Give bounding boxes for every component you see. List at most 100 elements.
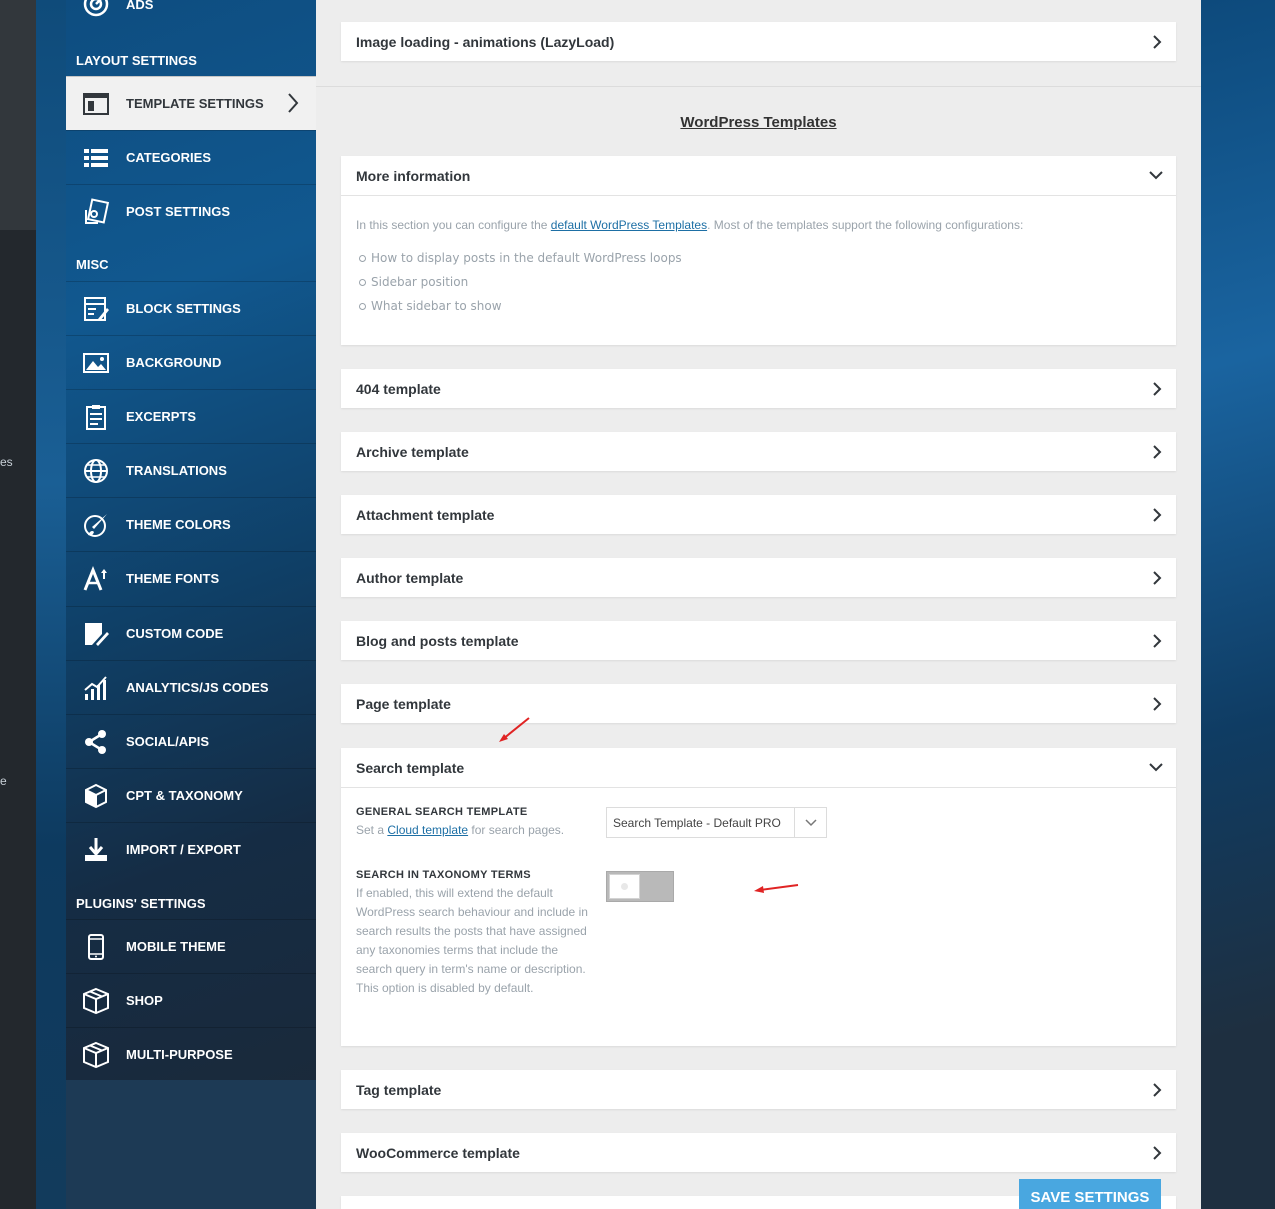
search-template-select[interactable]: Search Template - Default PRO: [606, 807, 827, 838]
panel-more-information: More information In this section you can…: [341, 156, 1176, 345]
chevron-right-icon: [1150, 633, 1164, 652]
sidebar-item-translations[interactable]: TRANSLATIONS: [66, 443, 316, 497]
sidebar-item-label: CATEGORIES: [126, 150, 211, 165]
panel-title: Search template: [356, 759, 465, 776]
panel-title: Page template: [356, 695, 451, 712]
panel-woocommerce-template[interactable]: WooCommerce template: [341, 1133, 1176, 1172]
sidebar-item-cpt-taxonomy[interactable]: CPT & TAXONOMY: [66, 768, 316, 822]
font-icon: [66, 565, 126, 593]
target-icon: [66, 0, 126, 18]
panel-404-template[interactable]: 404 template: [341, 369, 1176, 408]
cloud-template-link[interactable]: Cloud template: [387, 823, 468, 837]
panel-lazyload[interactable]: Image loading - animations (LazyLoad): [341, 22, 1176, 61]
sidebar-item-template-settings[interactable]: TEMPLATE SETTINGS: [66, 76, 316, 130]
sidebar-item-label: SHOP: [126, 993, 163, 1008]
sidebar-item-custom-code[interactable]: CUSTOM CODE: [66, 606, 316, 660]
sidebar-item-label: THEME FONTS: [126, 571, 220, 586]
taxonomy-terms-desc: If enabled, this will extend the default…: [356, 886, 588, 995]
sidebar-item-theme-colors[interactable]: THEME COLORS: [66, 497, 316, 551]
sidebar-item-ads[interactable]: ADS: [66, 0, 316, 28]
save-settings-button[interactable]: SAVE SETTINGS: [1019, 1179, 1161, 1209]
sidebar-item-label: CPT & TAXONOMY: [126, 788, 243, 803]
panel-page-template[interactable]: Page template: [341, 684, 1176, 723]
info-list: How to display posts in the default Word…: [341, 246, 1176, 318]
chevron-right-icon: [1150, 34, 1164, 53]
panel-title: Tag template: [356, 1081, 442, 1098]
sidebar-item-label: MULTI-PURPOSE: [126, 1047, 233, 1062]
sidebar-item-categories[interactable]: CATEGORIES: [66, 130, 316, 184]
list-item: What sidebar to show: [359, 294, 1176, 318]
block-icon: [66, 295, 126, 323]
sidebar-item-block-settings[interactable]: BLOCK SETTINGS: [66, 281, 316, 335]
list-item: How to display posts in the default Word…: [359, 246, 1176, 270]
sidebar-item-label: TEMPLATE SETTINGS: [126, 96, 264, 111]
panel-header[interactable]: More information: [341, 156, 1176, 195]
panel-tag-template[interactable]: Tag template: [341, 1070, 1176, 1109]
taxonomy-terms-label: SEARCH IN TAXONOMY TERMS: [356, 869, 531, 881]
sidebar-section-layout: LAYOUT SETTINGS: [76, 53, 197, 68]
sidebar-item-label: MOBILE THEME: [126, 939, 226, 954]
wp-menu-fragment: e: [0, 774, 7, 788]
brush-icon: [66, 511, 126, 539]
clipboard-icon: [66, 403, 126, 431]
sidebar-item-label: THEME COLORS: [126, 517, 231, 532]
mobile-icon: [66, 933, 126, 961]
background-right: [1201, 0, 1275, 1209]
sidebar-item-post-settings[interactable]: POST SETTINGS: [66, 184, 316, 238]
sidebar-item-background[interactable]: BACKGROUND: [66, 335, 316, 389]
sidebar-item-analytics[interactable]: ANALYTICS/JS CODES: [66, 660, 316, 714]
sidebar-item-label: IMPORT / EXPORT: [126, 842, 241, 857]
share-icon: [66, 728, 126, 756]
sidebar-item-social-apis[interactable]: SOCIAL/APIS: [66, 714, 316, 768]
sidebar-item-mobile-theme[interactable]: MOBILE THEME: [66, 919, 316, 973]
sidebar-item-shop[interactable]: SHOP: [66, 973, 316, 1027]
general-search-template-desc: Set a Cloud template for search pages.: [356, 823, 565, 837]
chevron-right-icon: [1150, 1145, 1164, 1164]
image-icon: [66, 349, 126, 377]
cube-icon: [66, 782, 126, 810]
wp-menu-fragment: es: [0, 455, 13, 469]
default-templates-link[interactable]: default WordPress Templates: [551, 218, 707, 232]
sidebar-item-label: POST SETTINGS: [126, 204, 231, 219]
sidebar-item-label: BACKGROUND: [126, 355, 222, 370]
sidebar-item-label: TRANSLATIONS: [126, 463, 227, 478]
sidebar-item-excerpts[interactable]: EXCERPTS: [66, 389, 316, 443]
chevron-right-icon: [286, 92, 300, 117]
wp-admin-menu-strip: es e: [0, 0, 36, 1209]
sidebar-section-plugins: PLUGINS' SETTINGS: [76, 896, 206, 911]
annotation-arrow-icon: [754, 884, 799, 893]
sidebar-item-multi-purpose[interactable]: MULTI-PURPOSE: [66, 1027, 316, 1081]
panel-header[interactable]: Search template: [341, 748, 1176, 787]
analytics-icon: [66, 674, 126, 702]
panel-attachment-template[interactable]: Attachment template: [341, 495, 1176, 534]
globe-icon: [66, 457, 126, 485]
sidebar-item-label: ADS: [126, 0, 154, 12]
panel-title: More information: [356, 167, 471, 184]
sidebar-item-theme-fonts[interactable]: THEME FONTS: [66, 551, 316, 605]
info-paragraph: In this section you can configure the de…: [356, 218, 1024, 232]
download-icon: [66, 836, 126, 864]
list-icon: [66, 144, 126, 172]
chevron-down-icon: [794, 808, 826, 837]
panel-title: Author template: [356, 569, 464, 586]
taxonomy-terms-toggle[interactable]: [606, 871, 674, 902]
panel-title: Archive template: [356, 443, 469, 460]
general-search-template-label: GENERAL SEARCH TEMPLATE: [356, 806, 528, 818]
panel-title: Image loading - animations (LazyLoad): [356, 33, 615, 50]
list-item: Sidebar position: [359, 270, 1176, 294]
panel-title: WooCommerce template: [356, 1144, 520, 1161]
sidebar-item-label: EXCERPTS: [126, 409, 197, 424]
panel-blog-template[interactable]: Blog and posts template: [341, 621, 1176, 660]
panel-title: Attachment template: [356, 506, 495, 523]
chevron-down-icon: [1148, 760, 1164, 777]
sidebar-item-import-export[interactable]: IMPORT / EXPORT: [66, 822, 316, 876]
chevron-right-icon: [1150, 507, 1164, 526]
panel-author-template[interactable]: Author template: [341, 558, 1176, 597]
chevron-right-icon: [1150, 570, 1164, 589]
panel-archive-template[interactable]: Archive template: [341, 432, 1176, 471]
select-value: Search Template - Default PRO: [613, 815, 781, 830]
panel-title: Blog and posts template: [356, 632, 519, 649]
sidebar-item-label: BLOCK SETTINGS: [126, 301, 241, 316]
chevron-down-icon: [1148, 168, 1164, 185]
chevron-right-icon: [1150, 1082, 1164, 1101]
